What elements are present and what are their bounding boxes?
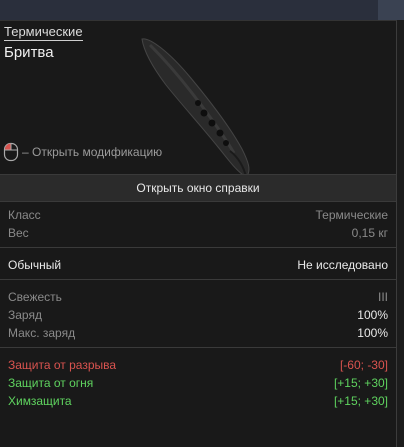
divider — [0, 247, 396, 248]
open-modification-hint: – Открыть модификацию — [3, 142, 162, 162]
weight-value: 0,15 кг — [351, 226, 388, 240]
fire-protection-value: [+15; +30] — [333, 376, 388, 390]
class-label: Класс — [8, 208, 41, 222]
class-row: Класс Термические — [8, 207, 388, 223]
protection-row-chemical: Химзащита [+15; +30] — [8, 393, 388, 409]
charge-row: Заряд 100% — [8, 307, 388, 323]
item-tooltip-panel: Термические Бритва – Открыть модификацию… — [0, 20, 397, 447]
weight-label: Вес — [8, 226, 29, 240]
open-help-button[interactable]: Открыть окно справки — [0, 174, 396, 202]
freshness-label: Свежесть — [8, 290, 62, 304]
mouse-icon — [3, 142, 19, 162]
open-modification-text: – Открыть модификацию — [22, 145, 163, 159]
divider — [0, 279, 396, 280]
weight-row: Вес 0,15 кг — [8, 225, 388, 241]
fire-protection-label: Защита от огня — [8, 376, 94, 390]
max-charge-label: Макс. заряд — [8, 326, 76, 340]
item-category: Термические — [4, 24, 83, 41]
freshness-row: Свежесть III — [8, 289, 388, 305]
charge-label: Заряд — [8, 308, 42, 322]
chemical-protection-value: [+15; +30] — [333, 394, 388, 408]
research-status: Не исследовано — [297, 258, 388, 272]
protection-row-rupture: Защита от разрыва [-60; -30] — [8, 357, 388, 373]
max-charge-row: Макс. заряд 100% — [8, 325, 388, 341]
charge-value: 100% — [357, 308, 388, 322]
top-strip — [0, 0, 404, 20]
freshness-value: III — [377, 290, 388, 304]
status-row: Обычный Не исследовано — [8, 257, 388, 273]
item-name: Бритва — [4, 44, 54, 61]
rupture-protection-label: Защита от разрыва — [8, 358, 117, 372]
protection-row-fire: Защита от огня [+15; +30] — [8, 375, 388, 391]
divider — [0, 347, 396, 348]
max-charge-value: 100% — [357, 326, 388, 340]
rupture-protection-value: [-60; -30] — [339, 358, 388, 372]
class-value: Термические — [315, 208, 388, 222]
rarity-label: Обычный — [8, 258, 62, 272]
chemical-protection-label: Химзащита — [8, 394, 72, 408]
top-strip-notch — [378, 0, 404, 20]
